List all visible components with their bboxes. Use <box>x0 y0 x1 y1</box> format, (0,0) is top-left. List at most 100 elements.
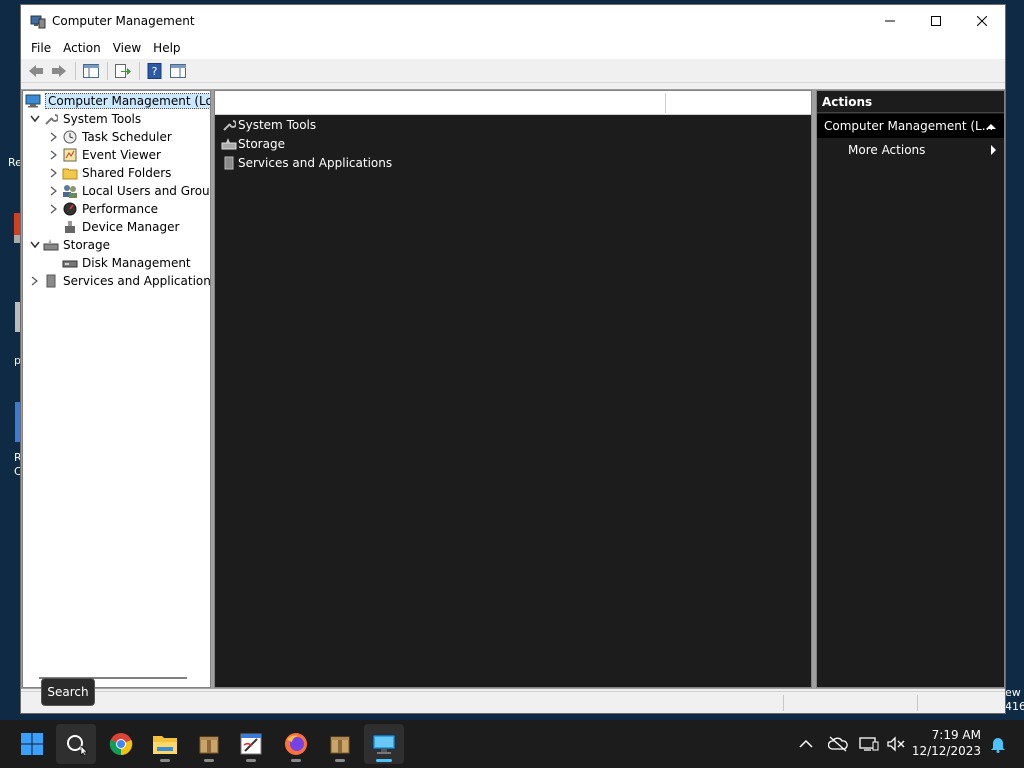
menu-view[interactable]: View <box>107 41 147 55</box>
chevron-down-icon[interactable] <box>27 111 43 127</box>
column-header[interactable] <box>215 91 811 115</box>
firefox-icon <box>285 733 307 755</box>
computer-management-taskbar-button[interactable] <box>364 724 404 764</box>
chevron-right-icon[interactable] <box>46 147 62 163</box>
network-button[interactable] <box>857 732 881 756</box>
tree-item-event-viewer[interactable]: Event Viewer <box>46 146 161 164</box>
chevron-right-icon[interactable] <box>46 183 62 199</box>
paint-app-button[interactable] <box>231 724 271 764</box>
tree-item-label: Task Scheduler <box>82 130 172 144</box>
chevron-right-icon[interactable] <box>46 129 62 145</box>
minimize-icon <box>885 20 895 22</box>
running-indicator <box>160 759 170 762</box>
volume-button[interactable] <box>884 732 908 756</box>
forward-button[interactable] <box>48 61 70 81</box>
svg-text:?: ? <box>152 65 158 78</box>
tree-item-label: System Tools <box>63 112 142 126</box>
notifications-button[interactable] <box>986 732 1010 756</box>
wrench-icon <box>43 111 59 127</box>
chevron-right-icon[interactable] <box>46 201 62 217</box>
tree-item-root[interactable]: Computer Management (Local <box>25 92 210 110</box>
running-indicator <box>335 759 345 762</box>
chrome-button[interactable] <box>101 724 141 764</box>
tree-item-performance[interactable]: Performance <box>46 200 158 218</box>
result-pane[interactable]: System Tools Storage Services and Applic… <box>214 90 812 688</box>
onedrive-button[interactable] <box>826 732 850 756</box>
console-tree[interactable]: Computer Management (Local System Tools … <box>22 90 211 688</box>
chevron-up-icon <box>799 739 813 748</box>
list-item-storage[interactable]: Storage <box>215 134 811 153</box>
maximize-button[interactable] <box>913 5 959 37</box>
show-hide-action-pane-button[interactable] <box>167 61 189 81</box>
tree-item-services-and-applications[interactable]: Services and Applications <box>27 272 210 290</box>
cloud-off-icon <box>828 736 848 752</box>
list-item-system-tools[interactable]: System Tools <box>215 115 811 134</box>
tree-item-task-scheduler[interactable]: Task Scheduler <box>46 128 172 146</box>
tree-item-label: Computer Management (Local <box>45 93 210 109</box>
maximize-icon <box>931 16 941 26</box>
list-item-label: System Tools <box>238 117 317 132</box>
content-area: Computer Management (Local System Tools … <box>21 89 1005 689</box>
tree-item-shared-folders[interactable]: Shared Folders <box>46 164 171 182</box>
export-list-icon <box>115 63 131 78</box>
more-actions-label: More Actions <box>848 143 926 157</box>
clock[interactable]: 7:19 AM 12/12/2023 <box>911 727 981 759</box>
computer-management-icon <box>372 734 396 754</box>
tree-item-local-users-and-groups[interactable]: Local Users and Groups <box>46 182 210 200</box>
back-button[interactable] <box>25 61 47 81</box>
menu-file[interactable]: File <box>25 41 57 55</box>
forward-arrow-icon <box>52 64 66 77</box>
menu-action[interactable]: Action <box>57 41 107 55</box>
package-app-button[interactable] <box>189 724 229 764</box>
status-bar <box>21 691 1005 713</box>
shared-folder-icon <box>62 165 78 181</box>
actions-group-computer-management[interactable]: Computer Management (L... <box>817 114 1004 138</box>
help-icon: ? <box>147 62 162 79</box>
actions-header: Actions <box>817 91 1004 113</box>
close-button[interactable] <box>959 5 1005 37</box>
collapse-up-icon[interactable] <box>986 123 996 129</box>
submenu-arrow-icon <box>991 145 996 155</box>
export-list-button[interactable] <box>112 61 134 81</box>
column-divider[interactable] <box>665 93 666 113</box>
file-explorer-button[interactable] <box>145 724 185 764</box>
close-icon <box>977 16 987 26</box>
show-hidden-icons-button[interactable] <box>794 732 818 756</box>
tree-item-storage[interactable]: Storage <box>27 236 110 254</box>
users-icon <box>62 183 78 199</box>
chrome-icon <box>109 733 133 756</box>
chevron-down-icon[interactable] <box>27 237 43 253</box>
taskbar: 7:19 AM 12/12/2023 <box>0 720 1024 768</box>
search-tooltip: Search <box>41 678 95 706</box>
tree-item-disk-management[interactable]: Disk Management <box>62 254 191 272</box>
chevron-right-icon[interactable] <box>27 273 43 289</box>
chevron-right-icon[interactable] <box>46 165 62 181</box>
help-button[interactable]: ? <box>144 61 166 81</box>
list-item-services-and-applications[interactable]: Services and Applications <box>215 153 811 172</box>
computer-management-icon <box>30 13 46 29</box>
more-actions-item[interactable]: More Actions <box>817 138 1004 162</box>
performance-icon <box>62 201 78 217</box>
title-bar[interactable]: Computer Management <box>21 5 1005 37</box>
wrench-icon <box>221 117 237 133</box>
clock-icon <box>62 129 78 145</box>
package-icon <box>330 736 350 754</box>
tree-item-label: Storage <box>63 238 110 252</box>
package-app-button-2[interactable] <box>320 724 360 764</box>
menu-help[interactable]: Help <box>147 41 186 55</box>
desktop-fragment-text: ew <box>1005 686 1021 699</box>
start-button[interactable] <box>12 724 52 764</box>
device-manager-icon <box>62 219 78 235</box>
firefox-button[interactable] <box>276 724 316 764</box>
show-hide-console-tree-button[interactable] <box>80 61 102 81</box>
status-divider <box>783 695 784 711</box>
show-hide-action-pane-icon <box>170 63 186 78</box>
toolbar-separator <box>107 61 108 80</box>
running-indicator <box>246 759 256 762</box>
search-button[interactable] <box>56 724 96 764</box>
disk-icon <box>62 255 78 271</box>
minimize-button[interactable] <box>867 5 913 37</box>
tree-item-device-manager[interactable]: Device Manager <box>62 218 179 236</box>
tree-item-system-tools[interactable]: System Tools <box>27 110 141 128</box>
paint-icon <box>240 733 262 755</box>
